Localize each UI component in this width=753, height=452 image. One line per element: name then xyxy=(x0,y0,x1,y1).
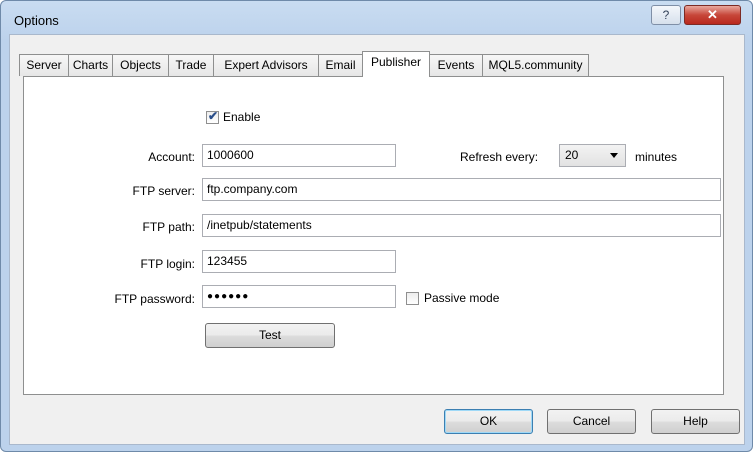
ftp-password-label: FTP password: xyxy=(114,292,195,306)
account-label: Account: xyxy=(148,150,195,164)
tab-charts[interactable]: Charts xyxy=(68,54,113,76)
tab-mql5-community[interactable]: MQL5.community xyxy=(482,54,589,76)
ftp-password-input[interactable]: ●●●●●● xyxy=(202,285,396,308)
enable-checkbox[interactable]: ✔ xyxy=(206,109,219,124)
publisher-panel: ✔ Enable Account: 1000600 Refresh every:… xyxy=(23,76,724,395)
ftp-path-input[interactable]: /inetpub/statements xyxy=(202,214,721,237)
ftp-login-input[interactable]: 123455 xyxy=(202,250,396,273)
refresh-label: Refresh every: xyxy=(460,150,539,164)
cancel-button[interactable]: Cancel xyxy=(547,409,636,434)
enable-label: Enable xyxy=(223,110,261,124)
tab-server[interactable]: Server xyxy=(19,54,69,76)
ok-button[interactable]: OK xyxy=(444,409,533,434)
ftp-server-input[interactable]: ftp.company.com xyxy=(202,178,721,201)
passive-mode-checkbox[interactable] xyxy=(406,292,419,305)
refresh-interval-value: 20 xyxy=(565,148,579,162)
tab-publisher[interactable]: Publisher xyxy=(362,51,430,77)
refresh-unit-label: minutes xyxy=(635,150,678,164)
passive-mode-label: Passive mode xyxy=(424,291,500,305)
refresh-interval-select[interactable]: 20 xyxy=(559,144,626,167)
ftp-path-label: FTP path: xyxy=(142,220,195,234)
tab-events[interactable]: Events xyxy=(429,54,483,76)
dropdown-arrow-icon xyxy=(610,153,618,158)
help-icon[interactable]: ? xyxy=(651,5,681,25)
check-icon: ✔ xyxy=(208,109,219,123)
tab-trade[interactable]: Trade xyxy=(168,54,214,76)
close-icon[interactable]: ✕ xyxy=(684,5,741,25)
test-button[interactable]: Test xyxy=(205,323,335,348)
tab-email[interactable]: Email xyxy=(318,54,363,76)
help-button[interactable]: Help xyxy=(651,409,740,434)
ftp-login-label: FTP login: xyxy=(140,257,195,271)
tab-objects[interactable]: Objects xyxy=(112,54,169,76)
tab-expert-advisors[interactable]: Expert Advisors xyxy=(213,54,319,76)
ftp-server-label: FTP server: xyxy=(132,184,195,198)
window-title: Options xyxy=(14,13,59,28)
account-input[interactable]: 1000600 xyxy=(202,144,396,167)
